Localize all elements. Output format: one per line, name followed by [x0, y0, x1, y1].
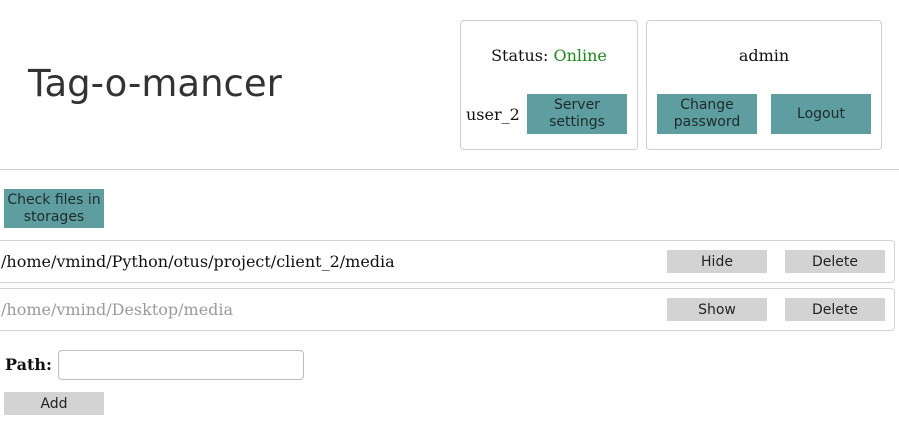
storage-row: /home/vmind/Python/otus/project/client_2…: [0, 240, 895, 283]
server-settings-button[interactable]: Server settings: [527, 94, 627, 134]
client-name: user_2: [466, 105, 520, 124]
delete-button[interactable]: Delete: [785, 250, 885, 273]
path-input[interactable]: [58, 350, 304, 380]
hide-button[interactable]: Hide: [667, 250, 767, 273]
check-files-button[interactable]: Check files in storages: [4, 189, 104, 228]
storage-row: /home/vmind/Desktop/media Show Delete: [0, 288, 895, 331]
path-label: Path:: [5, 355, 52, 374]
delete-button[interactable]: Delete: [785, 298, 885, 321]
header-divider: [0, 169, 899, 170]
status-label: Status:: [491, 46, 549, 65]
change-password-button[interactable]: Change password: [657, 94, 757, 134]
status-value: Online: [553, 46, 607, 65]
app-title: Tag-o-mancer: [28, 62, 282, 105]
username-label: admin: [738, 46, 790, 65]
status-line: Status: Online: [461, 46, 637, 65]
storage-path: /home/vmind/Desktop/media: [1, 300, 234, 319]
show-button[interactable]: Show: [667, 298, 767, 321]
storage-path: /home/vmind/Python/otus/project/client_2…: [1, 252, 395, 271]
logout-button[interactable]: Logout: [771, 94, 871, 134]
user-panel: admin Change password Logout: [646, 20, 882, 150]
status-panel: Status: Online user_2 Server settings: [460, 20, 638, 150]
add-button[interactable]: Add: [4, 392, 104, 415]
